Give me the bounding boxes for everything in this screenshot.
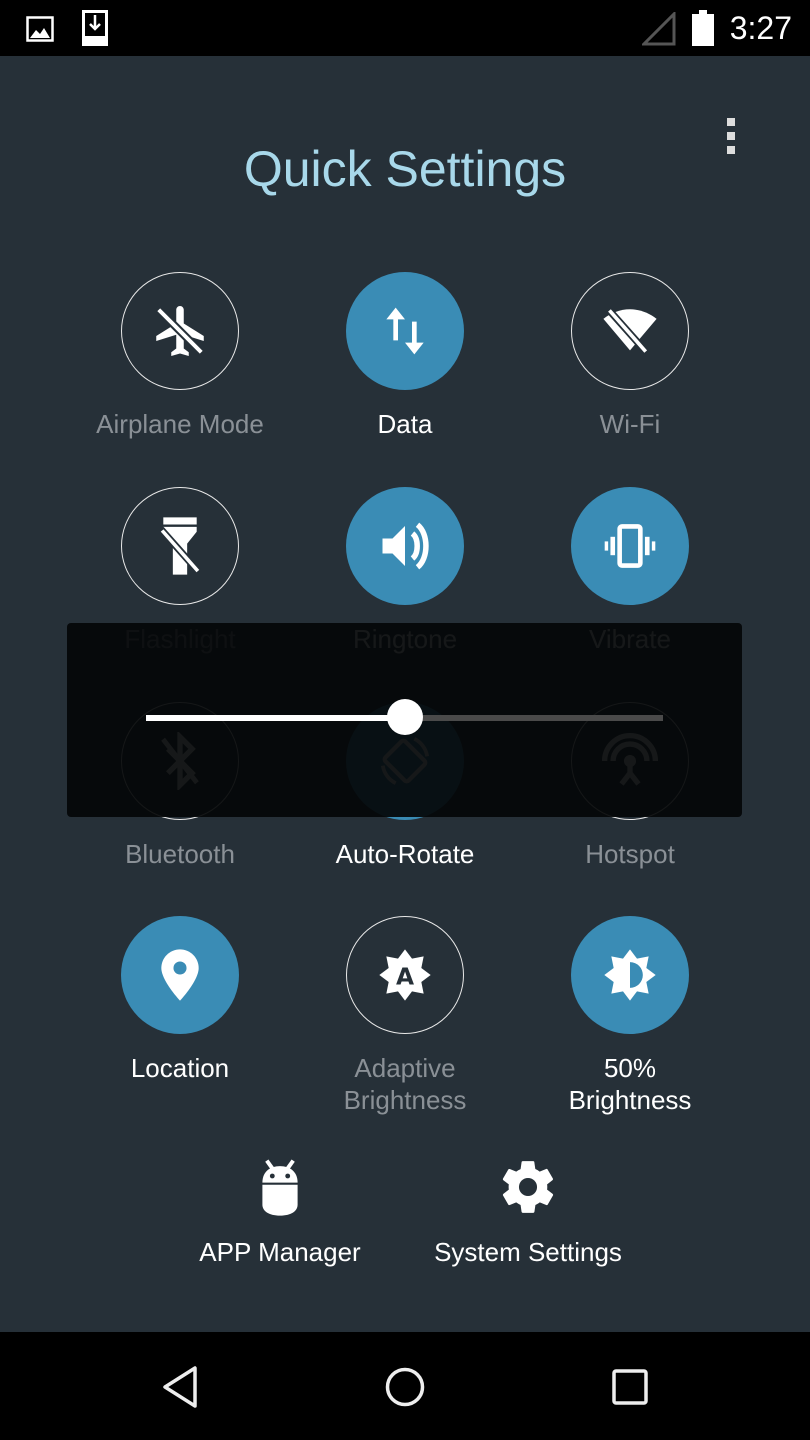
wifi-off-icon[interactable] <box>571 272 689 390</box>
battery-icon <box>692 10 714 51</box>
location-pin-icon[interactable] <box>121 916 239 1034</box>
tile-data[interactable]: Data <box>295 272 515 440</box>
gear-icon <box>497 1156 559 1223</box>
navigation-bar <box>0 1332 810 1440</box>
airplane-off-icon[interactable] <box>121 272 239 390</box>
tile-label: Airplane Mode <box>96 409 264 439</box>
tile-label: Wi-Fi <box>599 409 661 439</box>
slider-thumb[interactable] <box>386 699 423 735</box>
tile-wifi[interactable]: Wi-Fi <box>520 272 740 440</box>
flashlight-off-icon[interactable] <box>121 487 239 605</box>
recents-icon[interactable] <box>605 1362 655 1412</box>
more-vert-icon[interactable] <box>716 116 746 156</box>
tile-label: Auto-Rotate <box>335 839 475 869</box>
android-icon <box>258 1156 302 1223</box>
brightness-auto-icon[interactable]: A <box>346 916 464 1034</box>
tile-adaptive-brightness[interactable]: A Adaptive Brightness <box>295 916 515 1116</box>
svg-text:A: A <box>396 962 414 990</box>
brightness-half-icon[interactable] <box>571 916 689 1034</box>
signal-icon <box>640 10 676 51</box>
data-arrows-icon[interactable] <box>346 272 464 390</box>
page-title: Quick Settings <box>243 141 567 197</box>
tile-location[interactable]: Location <box>70 916 290 1084</box>
tile-airplane-mode[interactable]: Airplane Mode <box>70 272 290 440</box>
tile-label: Bluetooth <box>125 839 235 869</box>
brightness-slider-dialog <box>67 623 742 817</box>
status-bar: 3:27 <box>0 0 810 56</box>
download-notification-icon <box>82 10 108 51</box>
tile-label: Location <box>130 1053 230 1083</box>
brightness-slider[interactable] <box>146 699 663 735</box>
slider-fill <box>146 715 405 721</box>
shortcut-label: System Settings <box>434 1237 622 1267</box>
quick-settings-screen: Quick Settings Airplane Mode Data Wi-Fi … <box>0 56 810 1332</box>
tile-label: 50% Brightness <box>568 1053 692 1115</box>
tile-brightness[interactable]: 50% Brightness <box>520 916 740 1116</box>
volume-icon[interactable] <box>346 487 464 605</box>
tile-label: Hotspot <box>585 839 675 869</box>
tile-label: Adaptive Brightness <box>343 1053 467 1115</box>
home-icon[interactable] <box>380 1362 430 1412</box>
status-clock: 3:27 <box>729 10 792 46</box>
back-icon[interactable] <box>155 1362 205 1412</box>
app-manager-button[interactable]: APP Manager <box>180 1156 380 1268</box>
system-settings-button[interactable]: System Settings <box>418 1156 638 1268</box>
shortcut-label: APP Manager <box>199 1237 361 1267</box>
tile-label: Data <box>377 409 433 439</box>
image-notification-icon <box>26 16 54 47</box>
vibrate-icon[interactable] <box>571 487 689 605</box>
